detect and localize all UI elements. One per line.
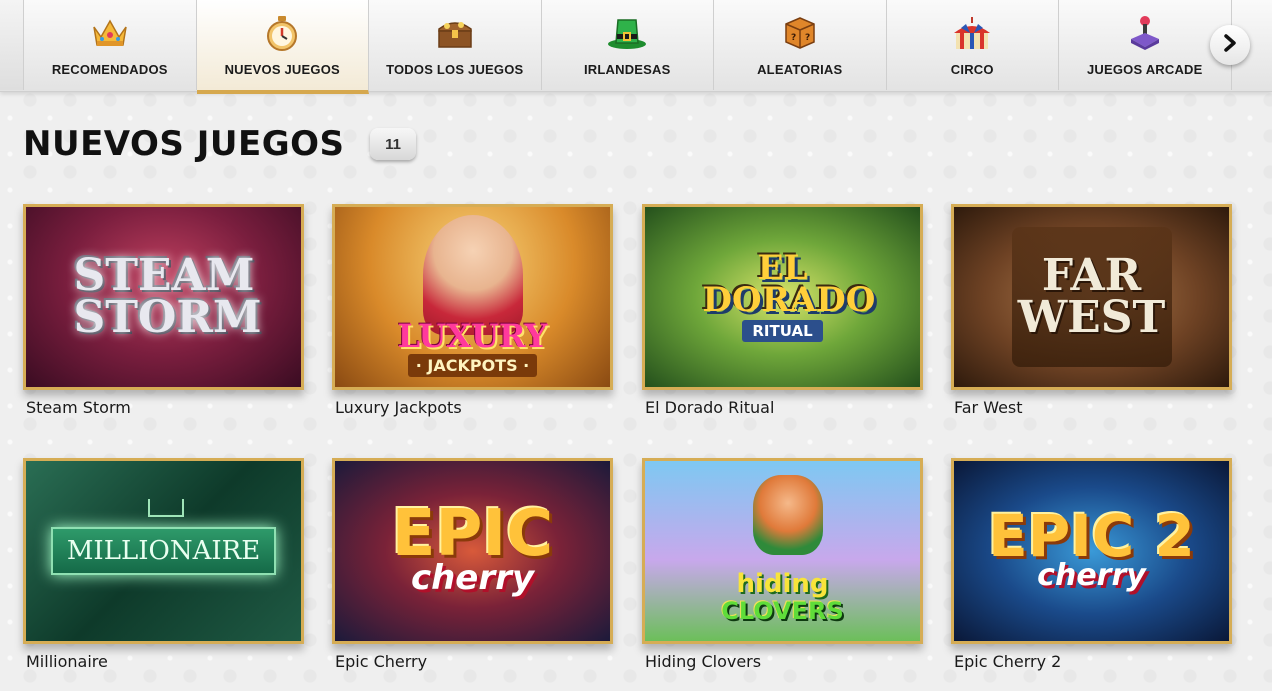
game-card-far-west[interactable]: FAR WEST Far West <box>951 204 1232 417</box>
game-thumbnail[interactable]: FAR WEST <box>951 204 1232 390</box>
game-thumbnail[interactable]: STEAM STORM <box>23 204 304 390</box>
game-name: Steam Storm <box>26 398 131 417</box>
game-thumbnail[interactable]: EPIC cherry <box>332 458 613 644</box>
crown-emblem-icon <box>148 499 184 517</box>
game-card-hiding-clovers[interactable]: hiding CLOVERS Hiding Clovers <box>642 458 923 671</box>
game-thumbnail[interactable]: hiding CLOVERS <box>642 458 923 644</box>
crown-icon <box>90 13 130 53</box>
tab-label: IRLANDESAS <box>583 62 671 77</box>
thumbnail-art-subtitle: cherry <box>410 558 535 599</box>
game-name: Far West <box>954 398 1023 417</box>
leprechaun-character <box>753 475 823 555</box>
game-count-badge: 11 <box>370 128 416 160</box>
game-thumbnail[interactable]: LUXURY · JACKPOTS · <box>332 204 613 390</box>
svg-text:?: ? <box>805 33 810 43</box>
chevron-right-icon <box>1222 33 1238 57</box>
game-thumbnail[interactable]: EL DORADO RITUAL <box>642 204 923 390</box>
thumbnail-art-title: hiding <box>736 569 829 600</box>
game-card-millionaire[interactable]: MILLIONAIRE Millionaire <box>23 458 304 671</box>
game-card-epic-cherry-2[interactable]: EPIC 2 cherry Epic Cherry 2 <box>951 458 1232 671</box>
thumbnail-art-subtitle: · JACKPOTS · <box>407 354 538 377</box>
tab-label: JUEGOS ARCADE <box>1086 62 1203 77</box>
category-tabs: RECOMENDADOS NUEVOS JUEGOS TODOS LOS JUE… <box>24 0 1232 94</box>
leprechaun-hat-icon <box>607 13 647 53</box>
tab-juegos-arcade[interactable]: JUEGOS ARCADE <box>1059 0 1232 90</box>
game-thumbnail[interactable]: MILLIONAIRE <box>23 458 304 644</box>
thumbnail-art-subtitle: CLOVERS <box>721 597 844 625</box>
tab-circo[interactable]: CIRCO <box>887 0 1059 90</box>
game-card-el-dorado-ritual[interactable]: EL DORADO RITUAL El Dorado Ritual <box>642 204 923 417</box>
game-name: Epic Cherry <box>335 652 428 671</box>
thumbnail-art-title: EPIC 2 <box>988 501 1195 570</box>
thumbnail-art-title: STEAM STORM <box>73 250 262 343</box>
game-name: Luxury Jackpots <box>335 398 462 417</box>
tab-label: CIRCO <box>950 62 994 77</box>
tab-todos-los-juegos[interactable]: TODOS LOS JUEGOS <box>369 0 542 90</box>
mystery-box-icon: ? ? <box>780 13 820 53</box>
tab-irlandesas[interactable]: IRLANDESAS <box>542 0 714 90</box>
thumbnail-art-title: EL DORADO <box>702 247 876 320</box>
thumbnail-art-title: MILLIONAIRE <box>50 526 277 576</box>
thumbnail-art-title: EPIC <box>391 496 554 571</box>
tab-aleatorias[interactable]: ? ? ALEATORIAS <box>714 0 887 90</box>
thumbnail-art-subtitle: RITUAL <box>742 320 823 343</box>
game-name: El Dorado Ritual <box>645 398 775 417</box>
svg-text:?: ? <box>791 33 796 43</box>
tab-label: TODOS LOS JUEGOS <box>386 62 524 77</box>
game-name: Millionaire <box>26 652 108 671</box>
nav-left-edge <box>0 0 24 90</box>
tab-label: RECOMENDADOS <box>51 62 168 77</box>
thumbnail-art-title: FAR WEST <box>1017 250 1166 343</box>
category-nav: RECOMENDADOS NUEVOS JUEGOS TODOS LOS JUE… <box>0 0 1272 94</box>
treasure-chest-icon <box>435 13 475 53</box>
game-card-luxury-jackpots[interactable]: LUXURY · JACKPOTS · Luxury Jackpots <box>332 204 613 417</box>
thumbnail-art-title: LUXURY <box>397 316 548 355</box>
joystick-icon <box>1125 13 1165 53</box>
thumbnail-art-subtitle: cherry <box>1037 558 1146 594</box>
game-name: Hiding Clovers <box>645 652 762 671</box>
page-title: NUEVOS JUEGOS <box>23 124 345 164</box>
game-card-epic-cherry[interactable]: EPIC cherry Epic Cherry <box>332 458 613 671</box>
tab-nuevos-juegos[interactable]: NUEVOS JUEGOS <box>196 0 369 94</box>
tab-label: NUEVOS JUEGOS <box>224 62 340 77</box>
game-name: Epic Cherry 2 <box>954 652 1062 671</box>
game-thumbnail[interactable]: EPIC 2 cherry <box>951 458 1232 644</box>
circus-tent-icon <box>952 13 992 53</box>
tab-recomendados[interactable]: RECOMENDADOS <box>24 0 197 90</box>
tab-label: ALEATORIAS <box>757 62 843 77</box>
stopwatch-icon <box>262 13 302 53</box>
game-card-steam-storm[interactable]: STEAM STORM Steam Storm <box>23 204 304 417</box>
nav-next-button[interactable] <box>1210 25 1250 65</box>
